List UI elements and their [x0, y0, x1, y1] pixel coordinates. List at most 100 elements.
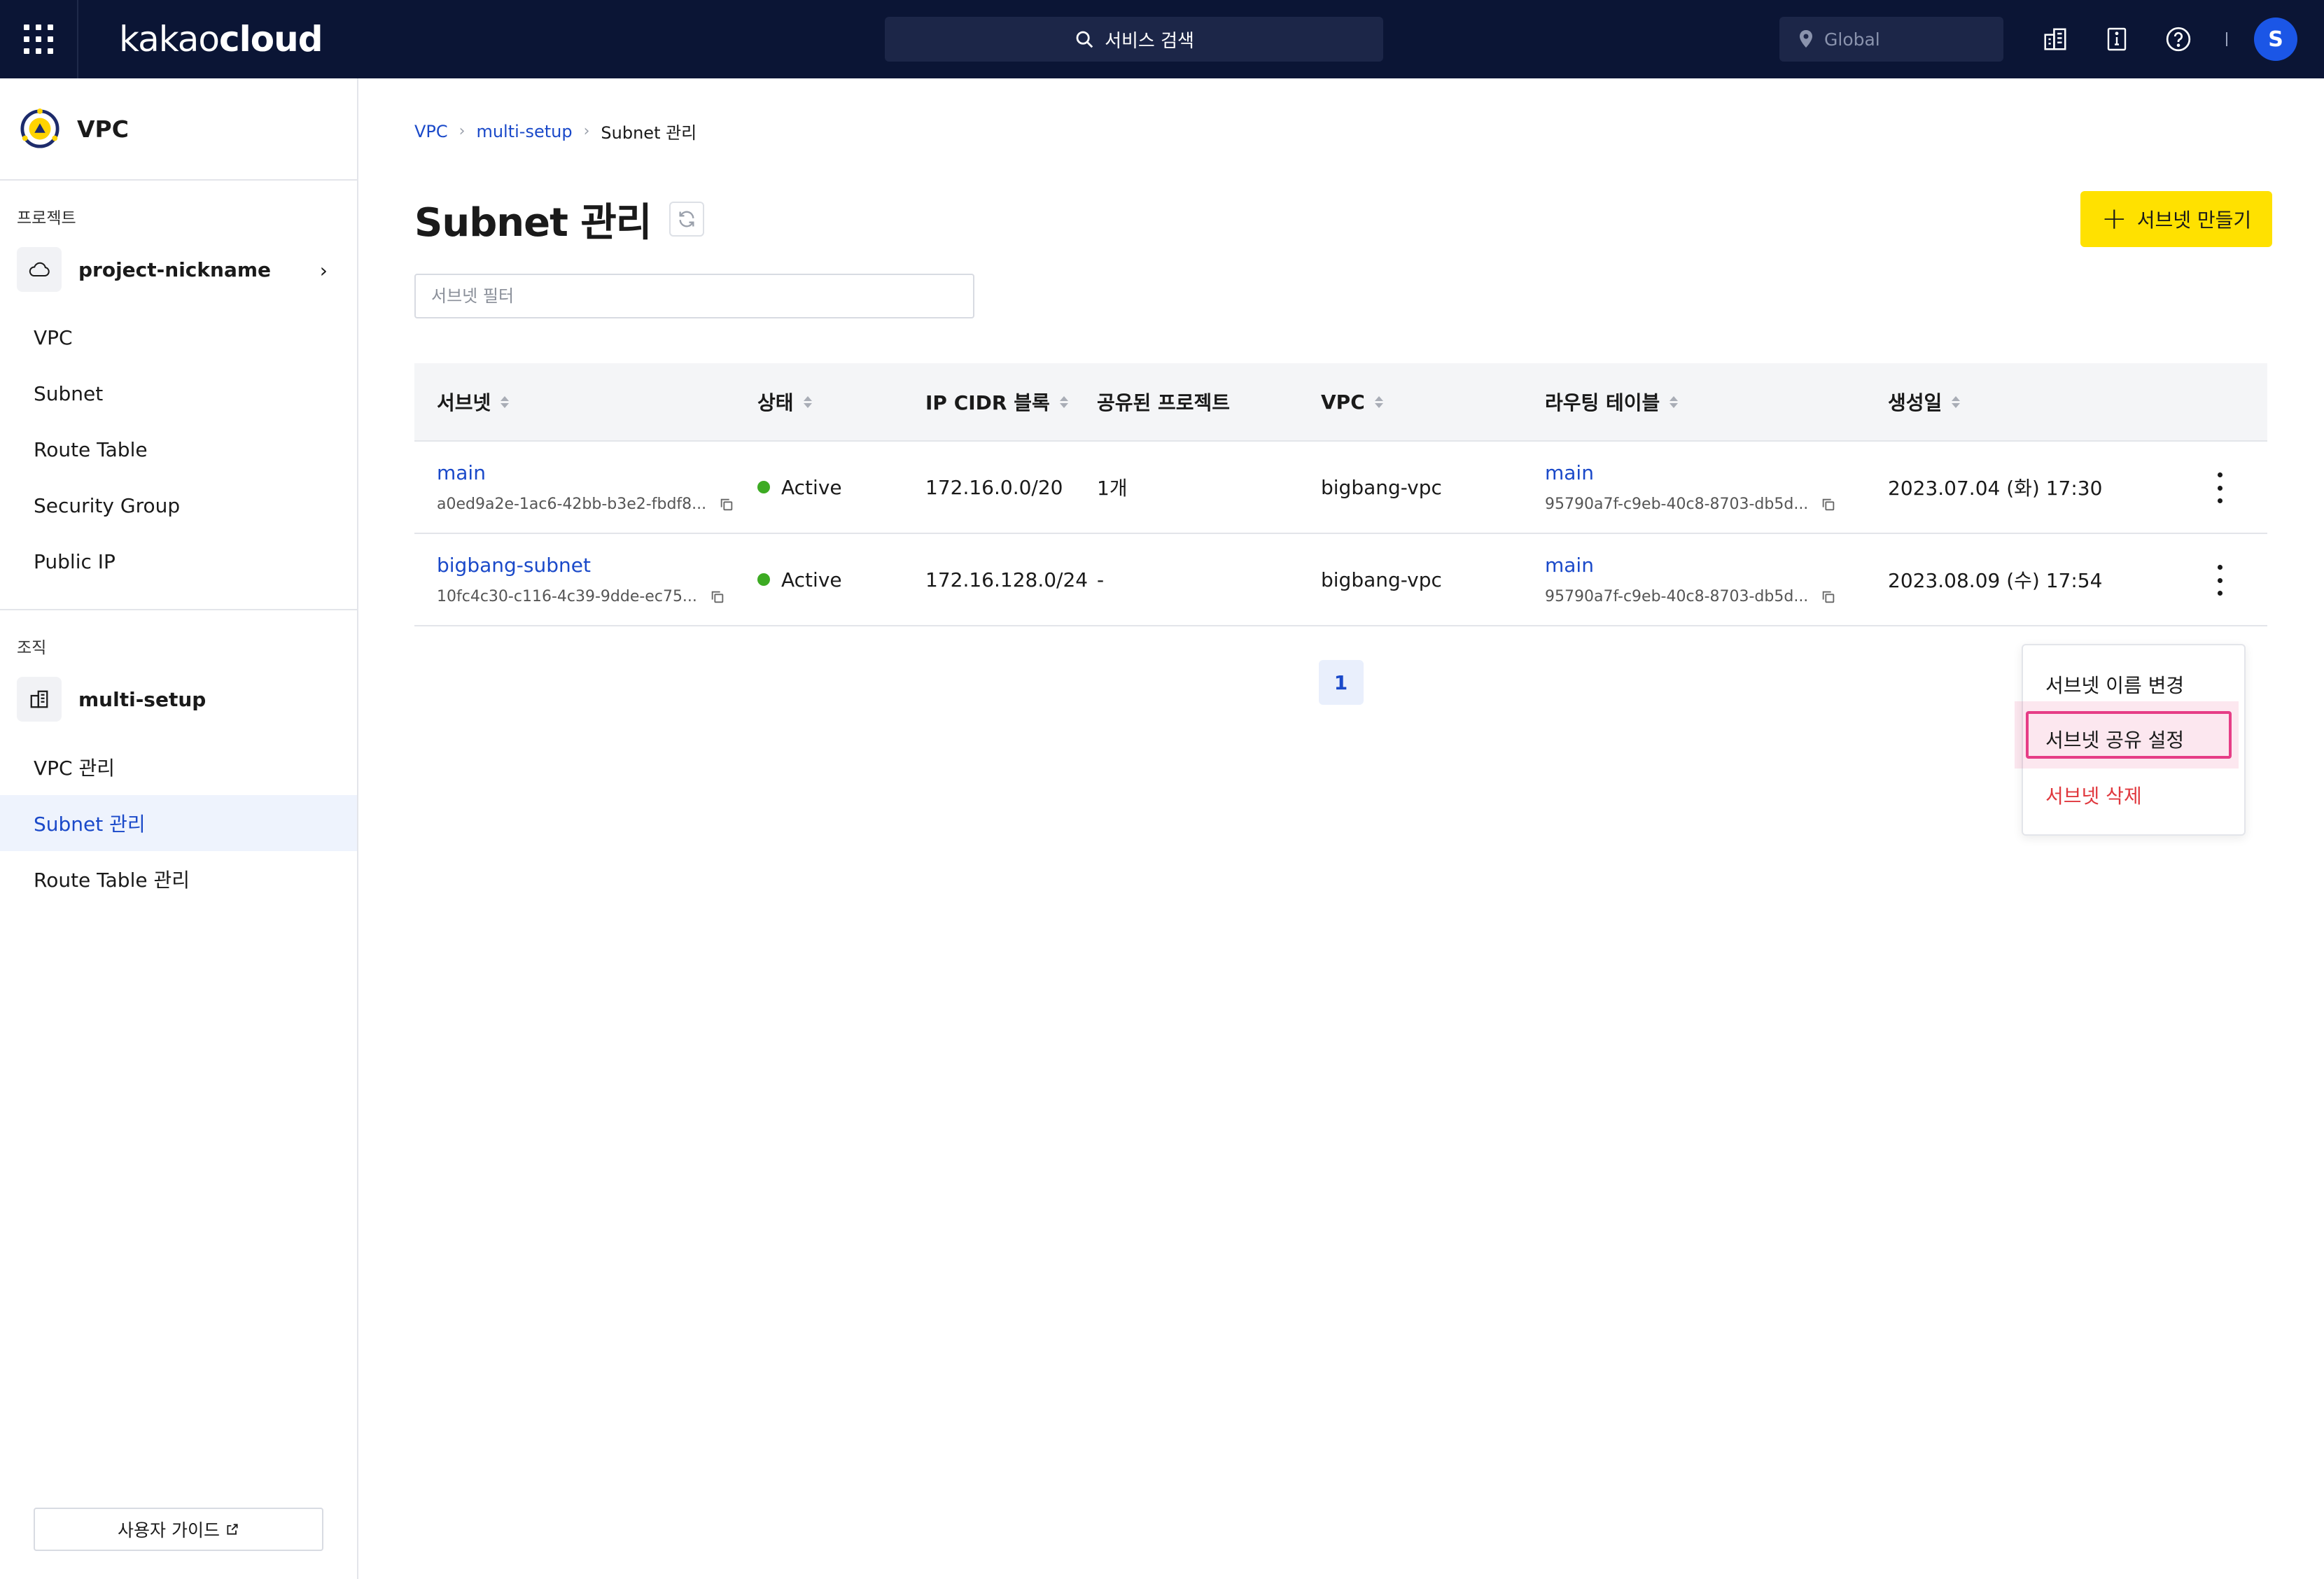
- status-active-dot: [757, 481, 770, 493]
- org-nav: VPC 관리 Subnet 관리 Route Table 관리: [0, 739, 357, 907]
- copy-icon[interactable]: [719, 497, 734, 512]
- breadcrumb-org[interactable]: multi-setup: [476, 122, 572, 141]
- region-label: Global: [1824, 29, 1880, 50]
- sidebar: VPC 프로젝트 project-nickname › VPC Subnet R…: [0, 78, 358, 1579]
- app-launcher-button[interactable]: [0, 0, 78, 78]
- org-name: multi-setup: [78, 687, 206, 711]
- grid-icon: [24, 24, 53, 54]
- top-utility-icons: S: [2041, 0, 2297, 78]
- vpc-cell: bigbang-vpc: [1321, 568, 1442, 591]
- help-button[interactable]: [2164, 25, 2192, 53]
- subnet-name-link[interactable]: bigbang-subnet: [437, 554, 757, 577]
- sort-icon: [1059, 395, 1068, 408]
- help-icon: [2166, 27, 2191, 52]
- column-vpc[interactable]: VPC: [1321, 391, 1545, 414]
- status-cell: Active: [757, 568, 925, 591]
- subnet-cell: main a0ed9a2e-1ac6-42bb-b3e2-fbdf8...: [414, 461, 757, 513]
- divider: [0, 609, 357, 610]
- building-icon: [17, 677, 62, 722]
- search-placeholder: 서비스 검색: [1105, 30, 1194, 52]
- create-subnet-button[interactable]: + 서브넷 만들기: [2080, 191, 2272, 247]
- menu-item-share-subnet[interactable]: 서브넷 공유 설정: [2045, 725, 2184, 753]
- org-section-label: 조직: [17, 639, 47, 657]
- route-table-link[interactable]: main: [1545, 554, 1888, 577]
- sort-icon: [803, 395, 812, 408]
- chevron-right-icon: ›: [583, 122, 590, 140]
- user-avatar[interactable]: S: [2254, 17, 2297, 61]
- info-book-icon: [2107, 27, 2127, 51]
- copy-icon[interactable]: [1821, 497, 1836, 512]
- column-created[interactable]: 생성일: [1888, 388, 2196, 416]
- divider: [2226, 32, 2227, 46]
- page-title: Subnet 관리: [414, 199, 652, 246]
- service-title: VPC: [77, 115, 129, 143]
- user-guide-label: 사용자 가이드: [118, 1520, 220, 1541]
- copy-icon[interactable]: [710, 589, 725, 605]
- route-table-cell: main 95790a7f-c9eb-40c8-8703-db5d...: [1545, 461, 1888, 513]
- search-icon: [1076, 31, 1093, 48]
- top-navigation-bar: kakaocloud 서비스 검색 Global S: [0, 0, 2324, 78]
- organization-button[interactable]: [2041, 25, 2069, 53]
- subnet-filter-input[interactable]: [414, 274, 974, 318]
- subnet-id: 10fc4c30-c116-4c39-9dde-ec75...: [437, 588, 697, 605]
- table-header: 서브넷 상태 IP CIDR 블록 공유된 프로젝트 VPC 라우팅 테이블 생…: [414, 363, 2267, 442]
- status-text: Active: [781, 568, 842, 591]
- project-section-label: 프로젝트: [17, 209, 76, 227]
- route-table-id: 95790a7f-c9eb-40c8-8703-db5d...: [1545, 588, 1809, 605]
- route-table-link[interactable]: main: [1545, 461, 1888, 484]
- created-cell: 2023.08.09 (수) 17:54: [1888, 569, 2103, 592]
- column-cidr[interactable]: IP CIDR 블록: [925, 388, 1097, 416]
- nav-item-public-ip[interactable]: Public IP: [0, 533, 357, 589]
- subnet-cell: bigbang-subnet 10fc4c30-c116-4c39-9dde-e…: [414, 554, 757, 605]
- info-button[interactable]: [2103, 25, 2131, 53]
- column-route-table[interactable]: 라우팅 테이블: [1545, 388, 1888, 416]
- cidr-cell: 172.16.0.0/20: [925, 475, 1063, 499]
- copy-icon[interactable]: [1821, 589, 1836, 605]
- organization-selector[interactable]: multi-setup: [0, 675, 357, 724]
- breadcrumb-vpc[interactable]: VPC: [414, 122, 448, 141]
- subnet-id: a0ed9a2e-1ac6-42bb-b3e2-fbdf8...: [437, 496, 707, 513]
- breadcrumb-current: Subnet 관리: [601, 123, 697, 143]
- menu-item-delete-subnet[interactable]: 서브넷 삭제: [2045, 781, 2142, 809]
- column-status[interactable]: 상태: [757, 388, 925, 416]
- created-cell: 2023.07.04 (화) 17:30: [1888, 477, 2103, 500]
- service-search-input[interactable]: 서비스 검색: [885, 17, 1383, 62]
- column-shared-projects: 공유된 프로젝트: [1097, 391, 1231, 414]
- project-nav: VPC Subnet Route Table Security Group Pu…: [0, 309, 357, 589]
- nav-item-route-table[interactable]: Route Table: [0, 421, 357, 477]
- title-row: Subnet 관리 + 서브넷 만들기: [414, 191, 2272, 247]
- plus-icon: +: [2101, 201, 2127, 237]
- row-context-menu: 서브넷 이름 변경 서브넷 공유 설정 서브넷 삭제: [2015, 644, 2246, 836]
- vpc-cell: bigbang-vpc: [1321, 475, 1442, 499]
- nav-item-subnet-management[interactable]: Subnet 관리: [0, 795, 357, 851]
- project-name: project-nickname: [78, 258, 272, 281]
- shared-projects-cell: 1개: [1097, 477, 1128, 500]
- menu-item-rename-subnet[interactable]: 서브넷 이름 변경: [2045, 671, 2184, 699]
- service-header: VPC: [0, 78, 357, 181]
- user-guide-button[interactable]: 사용자 가이드: [34, 1508, 323, 1551]
- chevron-right-icon: ›: [458, 122, 465, 140]
- subnet-table: 서브넷 상태 IP CIDR 블록 공유된 프로젝트 VPC 라우팅 테이블 생…: [414, 363, 2267, 626]
- column-subnet[interactable]: 서브넷: [414, 388, 757, 416]
- nav-item-security-group[interactable]: Security Group: [0, 477, 357, 533]
- nav-item-subnet[interactable]: Subnet: [0, 365, 357, 421]
- table-row: main a0ed9a2e-1ac6-42bb-b3e2-fbdf8... Ac…: [414, 442, 2267, 534]
- refresh-button[interactable]: [669, 202, 705, 237]
- main-content: VPC › multi-setup › Subnet 관리 Subnet 관리 …: [414, 78, 2272, 705]
- region-selector[interactable]: Global: [1779, 17, 2003, 62]
- refresh-icon: [679, 211, 694, 227]
- nav-item-vpc[interactable]: VPC: [0, 309, 357, 365]
- page-button-current[interactable]: 1: [1318, 660, 1364, 705]
- external-link-icon: [227, 1524, 238, 1535]
- row-more-button[interactable]: [2213, 565, 2227, 596]
- chevron-right-icon: ›: [319, 259, 328, 282]
- pagination: 1: [414, 660, 2267, 705]
- nav-item-route-table-management[interactable]: Route Table 관리: [0, 851, 357, 907]
- row-more-button[interactable]: [2213, 472, 2227, 503]
- nav-item-vpc-management[interactable]: VPC 관리: [0, 739, 357, 795]
- location-pin-icon: [1800, 30, 1812, 48]
- subnet-name-link[interactable]: main: [437, 461, 757, 484]
- project-selector[interactable]: project-nickname ›: [0, 245, 357, 294]
- kakaocloud-logo[interactable]: kakaocloud: [119, 19, 323, 59]
- create-subnet-label: 서브넷 만들기: [2136, 209, 2252, 232]
